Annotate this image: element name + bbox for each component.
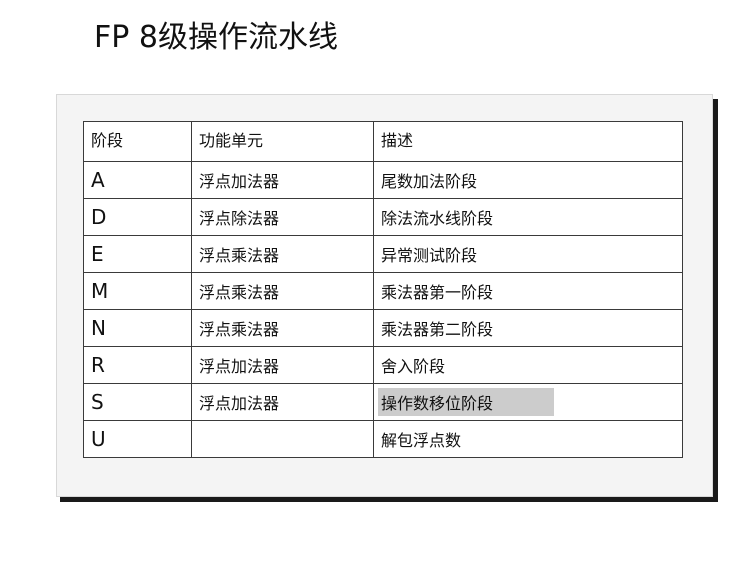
stage-cell: N [83, 309, 192, 347]
description-text: 尾数加法阶段 [381, 172, 478, 191]
description-text: 舍入阶段 [381, 357, 446, 376]
unit-text: 浮点乘法器 [199, 283, 280, 302]
description-text-highlighted: 操作数移位阶段 [378, 388, 554, 416]
unit-cell: 浮点乘法器 [191, 235, 374, 273]
table-row: N 浮点乘法器 乘法器第二阶段 [83, 309, 683, 347]
description-cell: 舍入阶段 [373, 346, 683, 384]
description-text: 异常测试阶段 [381, 246, 478, 265]
unit-text [196, 443, 202, 445]
unit-text: 浮点加法器 [199, 357, 280, 376]
unit-cell: 浮点加法器 [191, 161, 374, 199]
description-cell: 操作数移位阶段 [373, 383, 683, 421]
table-row: A 浮点加法器 尾数加法阶段 [83, 161, 683, 199]
unit-cell: 浮点除法器 [191, 198, 374, 236]
stage-cell: R [83, 346, 192, 384]
unit-cell: 浮点乘法器 [191, 309, 374, 347]
description-text: 乘法器第一阶段 [381, 283, 494, 302]
pipeline-stage-table: 阶段 功能单元 描述 A 浮点加法器 尾数加法阶段 D 浮点除法器 除法流水线阶… [83, 121, 683, 458]
stage-letter: A [91, 168, 105, 192]
stage-letter: N [91, 316, 106, 340]
stage-letter: R [91, 353, 105, 377]
stage-cell: S [83, 383, 192, 421]
table-header-row: 阶段 功能单元 描述 [83, 121, 683, 162]
unit-text: 浮点加法器 [199, 394, 280, 413]
description-cell: 乘法器第二阶段 [373, 309, 683, 347]
table-row: R 浮点加法器 舍入阶段 [83, 346, 683, 384]
stage-cell: A [83, 161, 192, 199]
stage-letter: U [91, 427, 106, 451]
unit-text: 浮点乘法器 [199, 320, 280, 339]
description-text: 解包浮点数 [381, 431, 462, 450]
description-cell: 解包浮点数 [373, 420, 683, 458]
description-text: 除法流水线阶段 [381, 209, 494, 228]
header-description: 描述 [373, 121, 683, 162]
description-cell: 尾数加法阶段 [373, 161, 683, 199]
stage-letter: S [91, 390, 104, 414]
unit-text: 浮点加法器 [199, 172, 280, 191]
table-row: M 浮点乘法器 乘法器第一阶段 [83, 272, 683, 310]
stage-cell: U [83, 420, 192, 458]
unit-cell [191, 420, 374, 458]
stage-cell: M [83, 272, 192, 310]
unit-cell: 浮点乘法器 [191, 272, 374, 310]
header-unit-label: 功能单元 [199, 131, 264, 150]
description-cell: 乘法器第一阶段 [373, 272, 683, 310]
header-unit: 功能单元 [191, 121, 374, 162]
page-title: FP 8级操作流水线 [94, 20, 338, 55]
table-row: E 浮点乘法器 异常测试阶段 [83, 235, 683, 273]
table-row: U 解包浮点数 [83, 420, 683, 458]
unit-cell: 浮点加法器 [191, 346, 374, 384]
unit-text: 浮点乘法器 [199, 246, 280, 265]
description-cell: 除法流水线阶段 [373, 198, 683, 236]
table-row: D 浮点除法器 除法流水线阶段 [83, 198, 683, 236]
stage-cell: E [83, 235, 192, 273]
description-cell: 异常测试阶段 [373, 235, 683, 273]
stage-letter: M [91, 279, 109, 303]
stage-cell: D [83, 198, 192, 236]
description-text: 乘法器第二阶段 [381, 320, 494, 339]
unit-text: 浮点除法器 [199, 209, 280, 228]
stage-letter: D [91, 205, 107, 229]
table-row: S 浮点加法器 操作数移位阶段 [83, 383, 683, 421]
unit-cell: 浮点加法器 [191, 383, 374, 421]
stage-letter: E [91, 242, 104, 266]
header-stage: 阶段 [83, 121, 192, 162]
header-description-label: 描述 [381, 131, 414, 150]
header-stage-label: 阶段 [91, 131, 124, 150]
